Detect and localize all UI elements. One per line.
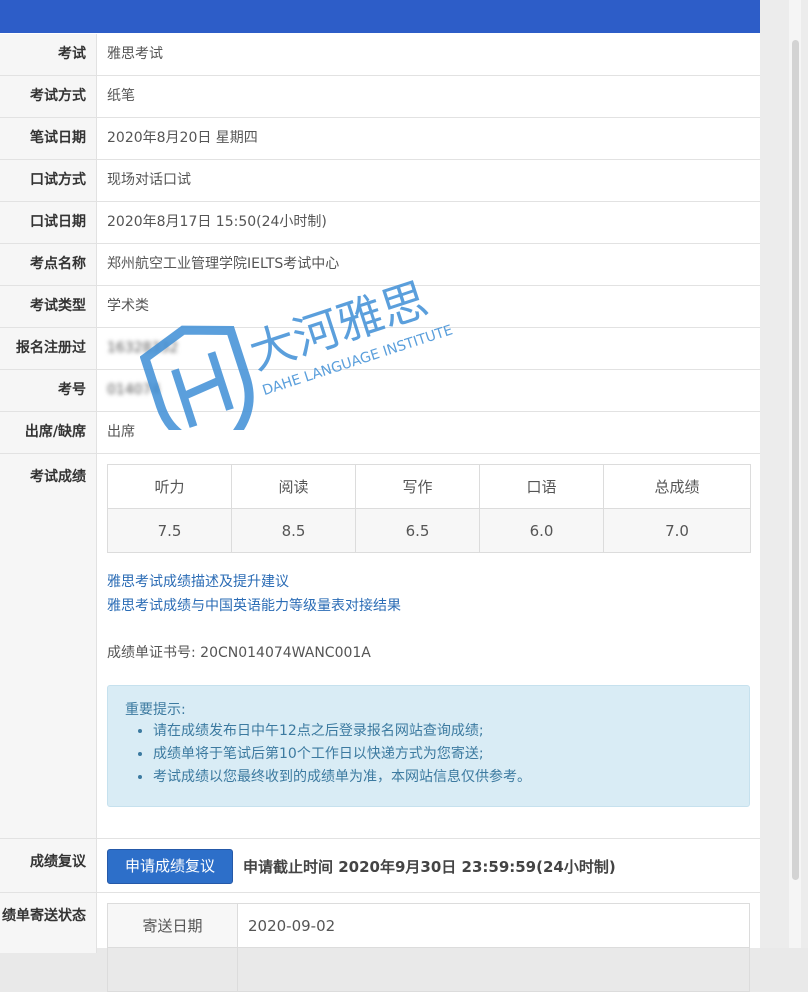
row-label: 考试 [0, 34, 97, 75]
row-label: 成绩复议 [0, 839, 97, 892]
shipping-date-label: 寄送日期 [107, 903, 238, 948]
row-label: 出席/缺席 [0, 412, 97, 453]
scores-header-row: 听力 阅读 写作 口语 总成绩 [107, 464, 751, 509]
score-value: 7.5 [107, 508, 232, 553]
shipping-row [107, 947, 750, 992]
row-exam-mode: 考试方式 纸笔 [0, 76, 760, 118]
score-value: 6.0 [479, 508, 604, 553]
important-notice: 重要提示: 请在成绩发布日中午12点之后登录报名网站查询成绩; 成绩单将于笔试后… [107, 685, 750, 807]
score-links: 雅思考试成绩描述及提升建议 雅思考试成绩与中国英语能力等级量表对接结果 [107, 570, 401, 618]
score-header: 阅读 [231, 464, 356, 509]
score-value: 7.0 [603, 508, 751, 553]
row-label: 绩单寄送状态 [0, 893, 97, 953]
row-value: 出席 [107, 424, 135, 440]
score-header: 听力 [107, 464, 232, 509]
shipping-cell [237, 947, 750, 992]
dahe-watermark-logo: 大河雅思 DAHE LANGUAGE INSTITUTE [140, 272, 455, 430]
row-label: 口试方式 [0, 160, 97, 201]
score-header: 写作 [355, 464, 480, 509]
row-label: 考试成绩 [0, 454, 97, 838]
row-value: 雅思考试 [107, 46, 163, 62]
row-value: 纸笔 [107, 88, 135, 104]
shipping-date-value: 2020-09-02 [237, 903, 750, 948]
score-header: 总成绩 [603, 464, 751, 509]
row-speaking-mode: 口试方式 现场对话口试 [0, 160, 760, 202]
score-value: 6.5 [355, 508, 480, 553]
notice-item: 请在成绩发布日中午12点之后登录报名网站查询成绩; [153, 720, 531, 743]
row-written-date: 笔试日期 2020年8月20日 星期四 [0, 118, 760, 160]
shipping-row: 寄送日期 2020-09-02 [107, 903, 750, 948]
cse-mapping-link[interactable]: 雅思考试成绩与中国英语能力等级量表对接结果 [107, 594, 401, 618]
scores-table: 听力 阅读 写作 口语 总成绩 7.5 8.5 6.5 6.0 7.0 [107, 464, 751, 553]
top-header-bar [0, 0, 760, 33]
shipping-cell [107, 947, 238, 992]
score-description-link[interactable]: 雅思考试成绩描述及提升建议 [107, 570, 401, 594]
row-value: 2020年8月20日 星期四 [107, 130, 258, 146]
score-value: 8.5 [231, 508, 356, 553]
row-label: 考试类型 [0, 286, 97, 327]
logo-h-glyph [171, 351, 234, 428]
scores-value-row: 7.5 8.5 6.5 6.0 7.0 [107, 508, 751, 553]
review-deadline: 申请截止时间 2020年9月30日 23:59:59(24小时制) [243, 858, 616, 876]
certificate-number: 成绩单证书号: 20CN014074WANC001A [107, 645, 371, 661]
notice-item: 成绩单将于笔试后第10个工作日以快递方式为您寄送; [153, 743, 531, 766]
score-header: 口语 [479, 464, 604, 509]
row-value: 现场对话口试 [107, 172, 191, 188]
row-label: 报名注册过程) [0, 328, 97, 397]
row-label: 考试方式 [0, 76, 97, 117]
notice-item: 考试成绩以您最终收到的成绩单为准，本网站信息仅供参考。 [153, 766, 531, 789]
row-label: 考号 [0, 370, 97, 411]
row-speaking-date: 口试日期 2020年8月17日 15:50(24小时制) [0, 202, 760, 244]
notice-title: 重要提示: [125, 702, 186, 718]
row-label: 口试日期 [0, 202, 97, 243]
row-value: 2020年8月17日 15:50(24小时制) [107, 214, 327, 230]
row-label: 笔试日期 [0, 118, 97, 159]
apply-review-button[interactable]: 申请成绩复议 [107, 849, 233, 884]
scrollbar-thumb[interactable] [792, 40, 799, 880]
row-label: 考点名称 [0, 244, 97, 285]
row-exam: 考试 雅思考试 [0, 34, 760, 76]
notice-list: 请在成绩发布日中午12点之后登录报名网站查询成绩; 成绩单将于笔试后第10个工作… [108, 720, 531, 789]
